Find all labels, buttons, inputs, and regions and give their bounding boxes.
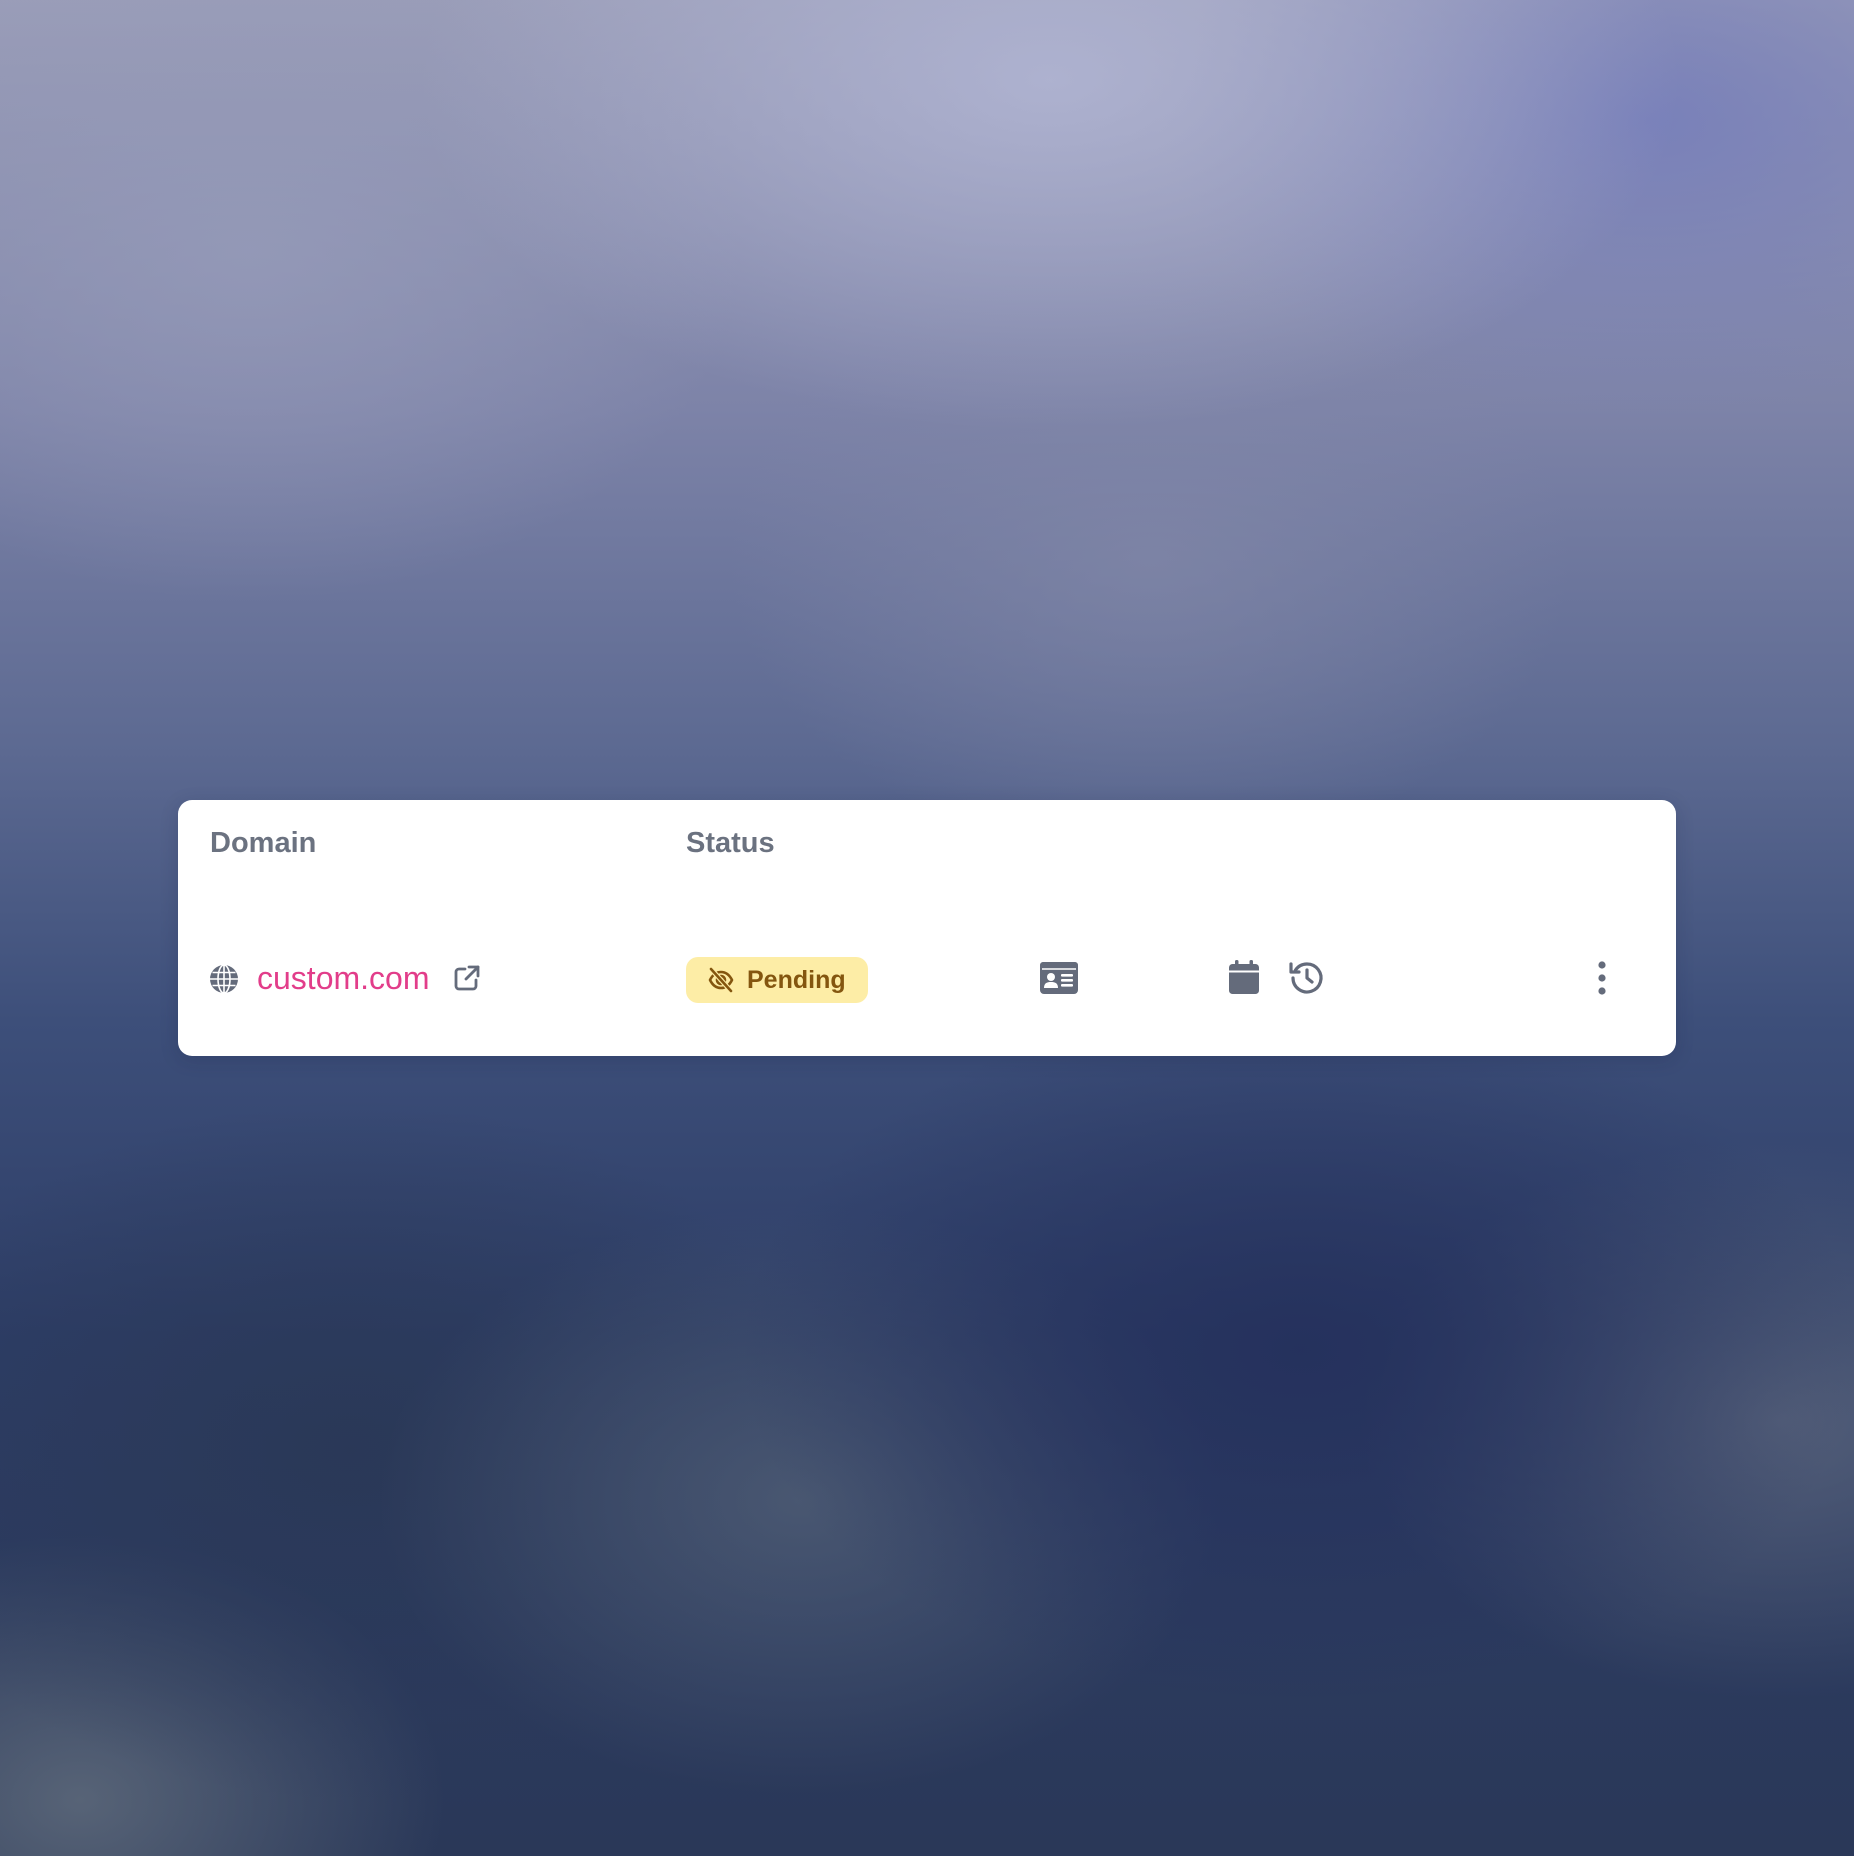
domain-link[interactable]: custom.com: [257, 959, 429, 997]
domains-table-card: [178, 800, 1676, 1056]
id-card-icon[interactable]: [1040, 962, 1078, 994]
more-vertical-icon[interactable]: [1590, 960, 1614, 996]
column-header-domain: Domain: [210, 827, 317, 859]
status-badge: Pending: [686, 957, 868, 1003]
column-header-status: Status: [686, 827, 775, 859]
history-icon[interactable]: [1289, 960, 1325, 996]
calendar-icon[interactable]: [1229, 960, 1259, 994]
eye-slash-icon: [708, 967, 734, 993]
globe-icon: [210, 964, 238, 994]
status-badge-label: Pending: [747, 966, 846, 994]
external-link-icon[interactable]: [453, 964, 481, 992]
